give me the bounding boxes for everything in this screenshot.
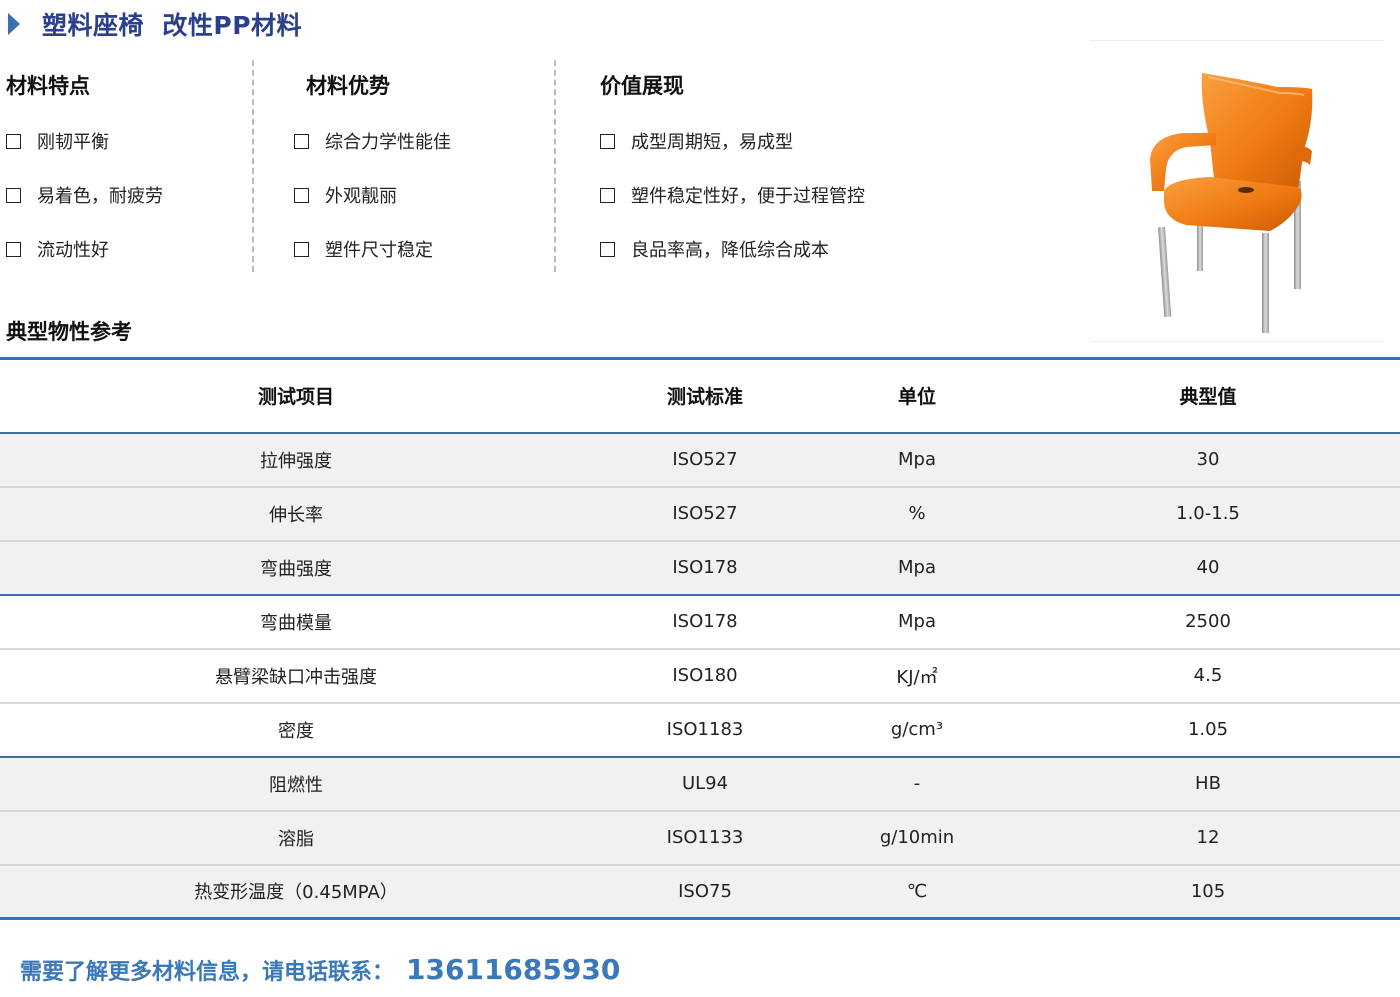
feature-label: 塑件尺寸稳定 [325,240,433,261]
column-title: 材料优势 [306,74,390,98]
feature-label: 易着色，耐疲劳 [37,186,163,207]
cell-standard: ISO178 [672,611,738,632]
column-header-typical-value: 典型值 [1179,386,1237,409]
contact-line: 需要了解更多材料信息，请电话联系： 13611685930 [20,953,620,986]
cell-value: 1.0-1.5 [1176,503,1240,524]
cell-item: 伸长率 [269,504,323,526]
cell-unit: g/cm³ [890,719,944,740]
feature-column-characteristics: 材料特点 刚韧平衡 易着色，耐疲劳 流动性好 [6,60,163,276]
feature-label: 流动性好 [37,240,109,261]
table-row: 弯曲强度 ISO178 Mpa 40 [0,540,1400,595]
feature-label: 外观靓丽 [325,186,397,207]
orange-chair-illustration [1150,73,1313,333]
table-row: 拉伸强度 ISO527 Mpa 30 [0,432,1400,487]
feature-label: 塑件稳定性好，便于过程管控 [631,186,865,207]
cell-value: HB [1195,773,1221,794]
cell-item: 热变形温度（0.45MPA） [194,882,398,904]
checkbox-icon [294,133,309,149]
contact-phone[interactable]: 13611685930 [406,953,620,986]
cell-standard: UL94 [681,773,729,794]
cell-value: 105 [1190,880,1226,902]
contact-label: 需要了解更多材料信息，请电话联系： [20,960,395,985]
checkbox-icon [600,241,615,257]
table-row: 弯曲模量 ISO178 Mpa 2500 [0,595,1400,649]
cell-value: 4.5 [1193,665,1223,686]
cell-unit: g/10min [879,827,955,848]
feature-column-value: 价值展现 成型周期短，易成型 塑件稳定性好，便于过程管控 良品率高，降低综合成本 [600,60,865,276]
feature-item: 塑件稳定性好，便于过程管控 [600,168,865,222]
column-header-unit: 单位 [897,386,936,409]
feature-label: 刚韧平衡 [37,132,109,153]
table-row: 密度 ISO1183 g/cm³ 1.05 [0,703,1400,757]
cell-standard: ISO527 [672,503,738,524]
cell-value: 30 [1196,449,1220,470]
cell-standard: ISO178 [672,557,738,578]
cell-standard: ISO1183 [666,719,744,740]
cell-item: 弯曲强度 [260,558,332,580]
triangle-bullet-icon [8,13,20,35]
column-divider [554,60,556,272]
cell-unit: Mpa [898,449,936,470]
cell-unit: % [908,503,926,524]
cell-value: 1.05 [1187,719,1229,740]
cell-item: 溶脂 [278,828,314,850]
cell-item: 悬臂梁缺口冲击强度 [215,666,377,688]
feature-item: 外观靓丽 [294,168,451,222]
checkbox-icon [600,187,615,203]
cell-value: 40 [1196,557,1220,578]
cell-item: 弯曲模量 [260,612,332,634]
table-row: 阻燃性 UL94 - HB [0,756,1400,811]
checkbox-icon [294,187,309,203]
cell-unit: KJ/㎡ [896,666,938,688]
cell-item: 阻燃性 [269,774,323,796]
column-divider [252,60,254,272]
feature-item: 成型周期短，易成型 [600,114,865,168]
cell-value: 12 [1196,827,1220,848]
column-title: 材料特点 [6,74,90,98]
column-title: 价值展现 [600,74,684,98]
cell-standard: ISO180 [672,665,738,686]
table-row: 伸长率 ISO527 % 1.0-1.5 [0,486,1400,541]
product-photo [1090,40,1384,342]
feature-item: 流动性好 [6,222,163,276]
feature-item: 塑件尺寸稳定 [294,222,451,276]
checkbox-icon [6,133,21,149]
feature-label: 成型周期短，易成型 [631,132,793,153]
properties-table: 测试项目 测试标准 单位 典型值 拉伸强度 ISO527 Mpa 30 伸长率 … [0,357,1400,920]
cell-item: 拉伸强度 [260,450,332,472]
page-header: 塑料座椅 改性PP材料 [8,6,302,42]
cell-standard: ISO1133 [666,827,744,848]
feature-item: 刚韧平衡 [6,114,163,168]
feature-label: 良品率高，降低综合成本 [631,240,829,261]
feature-item: 良品率高，降低综合成本 [600,222,865,276]
cell-unit: Mpa [898,611,936,632]
cell-standard: ISO527 [672,449,738,470]
cell-unit: - [913,773,921,794]
cell-item: 密度 [278,720,314,742]
table-row: 悬臂梁缺口冲击强度 ISO180 KJ/㎡ 4.5 [0,649,1400,703]
properties-title: 典型物性参考 [6,320,132,344]
cell-unit: ℃ [906,880,928,902]
feature-item: 易着色，耐疲劳 [6,168,163,222]
feature-label: 综合力学性能佳 [325,132,451,153]
cell-unit: Mpa [898,557,936,578]
checkbox-icon [294,241,309,257]
feature-item: 综合力学性能佳 [294,114,451,168]
checkbox-icon [6,241,21,257]
table-header-row: 测试项目 测试标准 单位 典型值 [0,358,1400,433]
table-row: 溶脂 ISO1133 g/10min 12 [0,810,1400,865]
checkbox-icon [600,133,615,149]
page-title: 塑料座椅 改性PP材料 [42,11,303,40]
table-row: 热变形温度（0.45MPA） ISO75 ℃ 105 [0,864,1400,919]
column-header-test-item: 测试项目 [257,386,334,409]
checkbox-icon [6,187,21,203]
column-header-test-standard: 测试标准 [666,386,743,409]
cell-value: 2500 [1185,611,1231,632]
cell-standard: ISO75 [678,880,732,902]
feature-column-advantages: 材料优势 综合力学性能佳 外观靓丽 塑件尺寸稳定 [294,60,451,276]
